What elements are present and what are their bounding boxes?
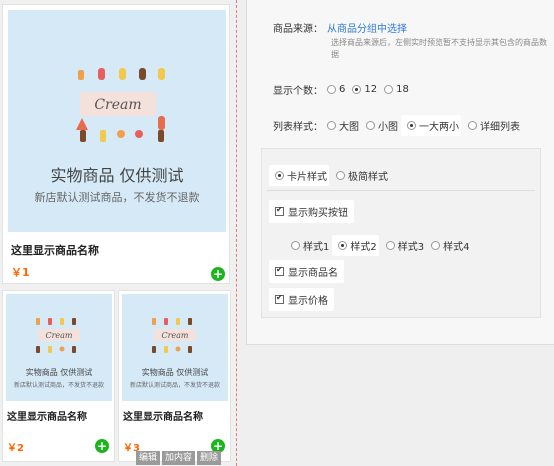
- goods-image: Cream 实物商品 仅供测试 新店默认测试商品，不发货不退款: [6, 294, 112, 401]
- goods-price: ￥2: [7, 443, 24, 454]
- goods-card-small[interactable]: Cream 实物商品 仅供测试 新店默认测试商品，不发货不退款 这里显示商品名称…: [118, 290, 231, 462]
- goods-preview: Cream 实物商品 仅供测试 新店默认测试商品，不发货不退款 这里显示商品名称…: [0, 0, 236, 466]
- show-buy-button-checkbox[interactable]: 显示购买按钮: [269, 200, 354, 223]
- list-style-small[interactable]: 小图: [362, 118, 398, 133]
- card-style-card[interactable]: 卡片样式: [269, 165, 329, 186]
- show-name-row: 显示商品名: [269, 260, 344, 283]
- count-row: 显示个数： 6 12 18: [273, 82, 412, 97]
- list-style-row: 列表样式： 大图 小图 一大两小 详细列表: [273, 115, 523, 136]
- checkbox-checked-icon: [275, 205, 284, 216]
- buy-style-3[interactable]: 样式3: [382, 238, 424, 253]
- card-style-minimal[interactable]: 极简样式: [332, 168, 388, 183]
- add-content-button[interactable]: 加内容: [162, 451, 196, 465]
- image-caption-title: 实物商品 仅供测试: [50, 166, 184, 185]
- card-style-row: 卡片样式 极简样式: [269, 165, 391, 186]
- goods-image: Cream 实物商品 仅供测试 新店默认测试商品，不发货不退款: [122, 294, 228, 401]
- radio-icon: [431, 241, 441, 250]
- list-style-large[interactable]: 大图: [323, 118, 359, 133]
- buy-button-plus-icon[interactable]: +: [211, 267, 225, 281]
- ice-cream-icons-row-1: [78, 68, 165, 80]
- list-style-label: 列表样式：: [273, 122, 323, 133]
- count-option-6[interactable]: 6: [323, 84, 345, 95]
- goods-name: 这里显示商品名称: [11, 244, 99, 257]
- radio-icon: [468, 121, 477, 130]
- source-label: 商品来源：: [273, 24, 323, 35]
- ice-cream-icons-row-3: [80, 130, 164, 142]
- goods-card-large[interactable]: Cream 实物商品 仅供测试 新店默认测试商品，不发货不退款 这里显示商品名称…: [2, 4, 230, 284]
- radio-icon: [327, 121, 336, 130]
- radio-selected-icon: [352, 85, 362, 94]
- radio-selected-icon: [275, 171, 284, 180]
- checkbox-checked-icon: [275, 293, 284, 304]
- image-caption-title: 实物商品 仅供测试: [141, 368, 209, 377]
- radio-icon: [384, 85, 394, 94]
- radio-selected-icon: [407, 121, 416, 130]
- buy-style-4[interactable]: 样式4: [427, 238, 470, 253]
- buy-style-row: 样式1 样式2 样式3 样式4: [287, 235, 473, 256]
- image-caption-subtitle: 新店默认测试商品，不发货不退款: [13, 382, 104, 389]
- buy-style-2[interactable]: 样式2: [332, 235, 379, 256]
- show-price-row: 显示价格: [269, 288, 334, 311]
- buy-button-plus-icon[interactable]: +: [95, 439, 109, 453]
- radio-icon: [385, 241, 395, 250]
- radio-selected-icon: [338, 241, 348, 250]
- svg-text:Cream: Cream: [94, 97, 141, 113]
- source-hint: 选择商品来源后，左侧实时预览暂不支持显示其包含的商品数据: [331, 38, 547, 59]
- module-edit-actions: 编辑 加内容 删除: [136, 451, 222, 465]
- radio-icon: [366, 121, 375, 130]
- delete-button[interactable]: 删除: [197, 451, 222, 465]
- image-caption-subtitle: 新店默认测试商品，不发货不退款: [129, 382, 220, 389]
- goods-card-small[interactable]: Cream 实物商品 仅供测试 新店默认测试商品，不发货不退款 这里显示商品名称…: [2, 290, 115, 462]
- radio-icon: [327, 85, 336, 94]
- ice-cream-icons-row-2: [76, 116, 165, 130]
- list-style-detail[interactable]: 详细列表: [464, 118, 520, 133]
- source-row: 商品来源： 从商品分组中选择: [273, 20, 407, 35]
- edit-button[interactable]: 编辑: [136, 451, 161, 465]
- select-from-group-link[interactable]: 从商品分组中选择: [327, 20, 407, 35]
- settings-divider: [267, 190, 535, 191]
- show-buy-row: 显示购买按钮: [269, 200, 354, 223]
- image-caption-title: 实物商品 仅供测试: [25, 368, 93, 377]
- settings-panel: 商品来源： 从商品分组中选择 选择商品来源后，左侧实时预览暂不支持显示其包含的商…: [246, 0, 554, 345]
- radio-icon: [336, 171, 345, 180]
- checkbox-checked-icon: [275, 265, 284, 276]
- show-price-checkbox[interactable]: 显示价格: [269, 288, 334, 311]
- count-label: 显示个数：: [273, 86, 323, 97]
- svg-text:Cream: Cream: [161, 331, 188, 340]
- count-option-12[interactable]: 12: [348, 84, 377, 95]
- radio-icon: [291, 241, 300, 250]
- svg-text:Cream: Cream: [45, 331, 72, 340]
- goods-image: Cream 实物商品 仅供测试 新店默认测试商品，不发货不退款: [8, 10, 226, 232]
- image-caption-subtitle: 新店默认测试商品，不发货不退款: [34, 191, 200, 204]
- goods-price: ￥1: [11, 266, 30, 279]
- preview-boundary-divider: [236, 0, 237, 466]
- buy-style-1[interactable]: 样式1: [287, 238, 329, 253]
- list-style-one-large-two-small[interactable]: 一大两小: [401, 115, 461, 136]
- count-option-18[interactable]: 18: [380, 84, 409, 95]
- show-goods-name-checkbox[interactable]: 显示商品名: [269, 260, 344, 283]
- goods-name: 这里显示商品名称: [123, 412, 203, 423]
- goods-name: 这里显示商品名称: [7, 412, 87, 423]
